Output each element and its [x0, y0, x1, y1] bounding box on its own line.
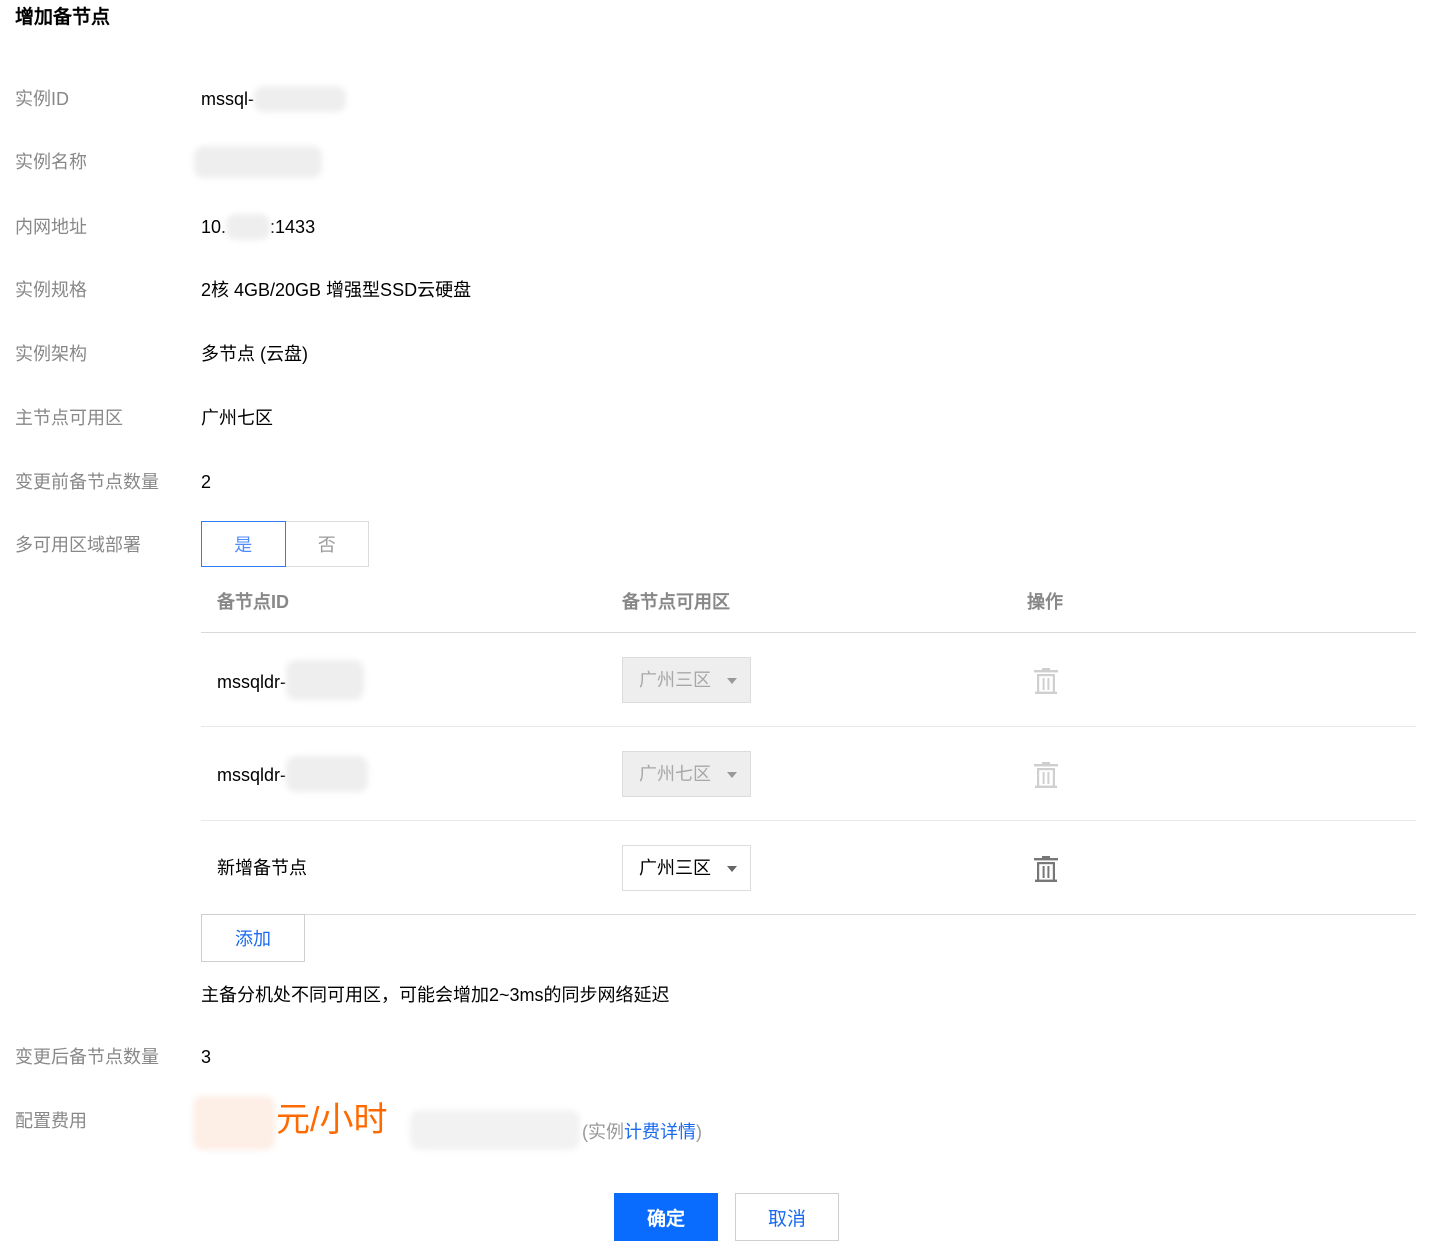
field-value: 广州七区 — [201, 408, 273, 428]
field-label: 实例名称 — [15, 152, 87, 172]
field-label: 内网地址 — [15, 217, 87, 237]
add-replica-button[interactable]: 添加 — [201, 914, 305, 962]
replica-table: 备节点ID 备节点可用区 操作 mssqldr- 广州三区 mssqldr- 广… — [201, 578, 1416, 915]
field-label: 多可用区域部署 — [15, 535, 141, 555]
multi-az-yes-option[interactable]: 是 — [201, 521, 286, 567]
redacted-mask — [286, 756, 369, 792]
field-label: 实例规格 — [15, 280, 87, 300]
zone-select: 广州七区 — [622, 751, 751, 797]
field-value: 2核 4GB/20GB 增强型SSD云硬盘 — [201, 280, 472, 300]
billing-details-link[interactable]: 计费详情 — [624, 1122, 696, 1142]
redacted-mask — [410, 1110, 580, 1150]
replica-id-cell: mssqldr- — [217, 660, 365, 700]
column-header-replica-zone: 备节点可用区 — [622, 592, 730, 612]
field-label: 主节点可用区 — [15, 408, 123, 428]
replica-id-cell: 新增备节点 — [217, 858, 307, 878]
redacted-mask — [254, 85, 346, 112]
field-value: 2 — [201, 472, 212, 492]
confirm-button[interactable]: 确定 — [614, 1193, 718, 1241]
cancel-button[interactable]: 取消 — [735, 1193, 839, 1241]
redacted-mask — [193, 1096, 275, 1150]
caret-down-icon — [727, 678, 737, 684]
field-label: 实例ID — [15, 89, 69, 109]
field-value: 10.:1433 — [201, 213, 315, 241]
redacted-mask — [194, 145, 322, 178]
field-value: 多节点 (云盘) — [201, 344, 308, 364]
fee-unit: 元/小时 — [276, 1101, 388, 1139]
caret-down-icon — [727, 866, 737, 872]
trash-icon — [1034, 762, 1058, 788]
table-row: mssqldr- 广州三区 — [201, 633, 1416, 727]
redacted-mask — [226, 213, 271, 240]
trash-icon[interactable] — [1034, 856, 1058, 882]
zone-select[interactable]: 广州三区 — [622, 845, 751, 891]
redacted-mask — [286, 660, 365, 700]
column-header-replica-id: 备节点ID — [217, 592, 289, 612]
field-label: 配置费用 — [15, 1111, 87, 1131]
replica-id-cell: mssqldr- — [217, 756, 369, 792]
fee-detail: (实例计费详情) — [582, 1122, 702, 1142]
table-row: mssqldr- 广州七区 — [201, 727, 1416, 821]
table-row: 新增备节点 广州三区 — [201, 821, 1416, 915]
dialog-title: 增加备节点 — [15, 7, 111, 28]
trash-icon — [1034, 668, 1058, 694]
field-value — [194, 145, 322, 178]
field-value: 3 — [201, 1047, 212, 1067]
field-value: mssql- — [201, 85, 346, 113]
field-label: 变更前备节点数量 — [15, 472, 159, 492]
caret-down-icon — [727, 772, 737, 778]
column-header-actions: 操作 — [1027, 592, 1063, 612]
multi-az-toggle[interactable]: 是 否 — [201, 521, 369, 567]
field-label: 实例架构 — [15, 344, 87, 364]
latency-note: 主备分机处不同可用区，可能会增加2~3ms的同步网络延迟 — [201, 985, 670, 1005]
field-label: 变更后备节点数量 — [15, 1047, 159, 1067]
multi-az-no-option[interactable]: 否 — [285, 521, 369, 567]
table-header: 备节点ID 备节点可用区 操作 — [201, 578, 1416, 633]
zone-select: 广州三区 — [622, 657, 751, 703]
